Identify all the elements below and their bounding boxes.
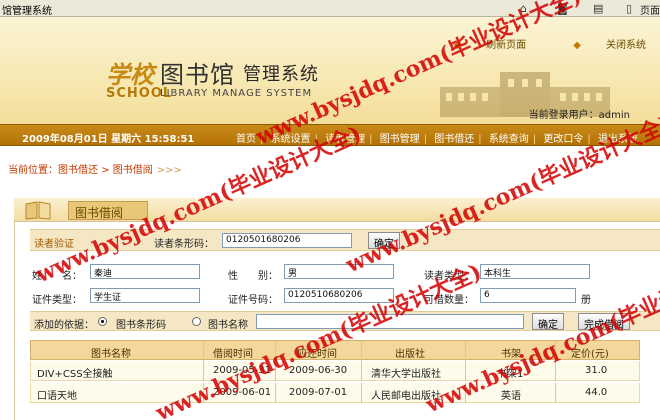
borrow-count-field[interactable]: 6: [480, 288, 576, 303]
cert-type-label: 证件类型：: [32, 295, 82, 306]
nav-item-logout[interactable]: 退出系统: [594, 134, 642, 145]
cell-borrow-date: 2009-05-31: [213, 365, 272, 376]
cell-price: 44.0: [585, 387, 608, 398]
col-header-publisher: 出版社: [395, 349, 425, 360]
table-header-row: 图书名称 借阅时间 应还时间 出版社 书架 定价(元): [30, 340, 640, 361]
nav-item-home[interactable]: 首页: [232, 134, 260, 145]
cell-shelf: 英语: [501, 391, 521, 402]
reader-verify-row: 读者验证 读者条形码： 0120501680206 确定: [30, 229, 660, 251]
verify-confirm-button[interactable]: 确定: [368, 232, 400, 250]
add-book-row: 添加的依据： 图书条形码 图书名称 确定 完成借阅: [30, 311, 660, 331]
col-header-title: 图书名称: [91, 349, 131, 360]
current-user: 当前登录用户：admin: [528, 110, 630, 121]
borrow-count-label: 可借数量：: [424, 295, 474, 306]
borrow-unit: 册: [581, 295, 591, 306]
radio-name-label: 图书名称: [208, 320, 248, 331]
close-system-link[interactable]: ◆ 关闭系统: [551, 40, 646, 51]
current-datetime: 2009年08月01日 星期六 15:58:51: [22, 134, 195, 145]
reader-barcode-input[interactable]: 0120501680206: [222, 233, 352, 248]
cell-publisher: 清华大学出版社: [371, 369, 441, 380]
reader-verify-label: 读者验证: [34, 239, 74, 250]
bullet-icon: ◆: [573, 40, 581, 51]
nav-item-change-password[interactable]: 更改口令: [539, 134, 587, 145]
cell-title: DIV+CSS全接触: [37, 369, 113, 380]
cell-title: 口语天地: [37, 391, 77, 402]
cert-type-field[interactable]: 学生证: [90, 288, 200, 303]
book-search-input[interactable]: [256, 314, 524, 329]
home-icon[interactable]: ⌂: [520, 2, 527, 15]
nav-item-borrow-return[interactable]: 图书借还: [430, 134, 478, 145]
name-field[interactable]: 秦迪: [90, 264, 200, 279]
reader-barcode-label: 读者条形码：: [154, 239, 214, 250]
panel-header: 图书借阅: [14, 198, 660, 222]
col-header-due-date: 应还时间: [297, 349, 337, 360]
cell-publisher: 人民邮电出版社: [371, 391, 441, 402]
browser-titlebar: 馆管理系统 ⌂ ◙ ▤ ▯ 页面: [0, 0, 660, 17]
book-icon: [25, 201, 51, 220]
reader-type-label: 读者类型：: [424, 271, 474, 282]
bullet-icon: ◆: [453, 40, 462, 51]
radio-by-barcode[interactable]: [98, 317, 107, 326]
refresh-page-link[interactable]: ◆ 刷新页面: [431, 40, 526, 51]
reader-type-field[interactable]: 本科生: [480, 264, 590, 279]
nav-item-readers[interactable]: 读者管理: [321, 134, 369, 145]
add-basis-label: 添加的依据：: [34, 320, 94, 331]
logo-library-en: LIBRARY MANAGE SYSTEM: [160, 88, 313, 99]
page-menu-label[interactable]: 页面: [640, 2, 660, 17]
main-nav: 2009年08月01日 星期六 15:58:51 首页 | 系统设置 | 读者管理 |…: [0, 124, 660, 146]
logo-library-cn: 图书馆: [160, 61, 235, 89]
logo-management: 管理系统: [243, 64, 319, 85]
logo-school: 学校: [106, 60, 154, 89]
print-icon[interactable]: ▤: [593, 2, 603, 15]
page-icon[interactable]: ▯: [626, 2, 632, 15]
cell-borrow-date: 2009-06-01: [213, 387, 272, 398]
header-links: ◆ 刷新页面 ◆ 关闭系统: [409, 36, 646, 51]
col-header-shelf: 书架: [501, 349, 521, 360]
window-title: 馆管理系统: [2, 6, 52, 17]
col-header-borrow-date: 借阅时间: [213, 349, 253, 360]
col-header-price: 定价(元): [571, 349, 609, 360]
cell-due-date: 2009-06-30: [289, 365, 348, 376]
panel-title: 图书借阅: [68, 201, 148, 220]
nav-menu: 首页 | 系统设置 | 读者管理 | 图书管理 | 图书借还 | 系统查询 | 更改口令 | …: [232, 130, 642, 145]
cell-shelf: 书架1: [497, 369, 524, 380]
cert-number-field[interactable]: 0120510680206: [284, 288, 394, 303]
breadcrumb: 当前位置：图书借还 > 图书借阅 >>>: [8, 165, 182, 176]
rss-icon[interactable]: ◙: [557, 2, 568, 15]
nav-item-query[interactable]: 系统查询: [485, 134, 533, 145]
add-confirm-button[interactable]: 确定: [532, 313, 564, 331]
cell-due-date: 2009-07-01: [289, 387, 348, 398]
nav-item-settings[interactable]: 系统设置: [267, 134, 315, 145]
cert-number-label: 证件号码：: [228, 295, 278, 306]
gender-label: 性 别：: [228, 271, 278, 282]
nav-item-books[interactable]: 图书管理: [376, 134, 424, 145]
header-banner: ◆ 刷新页面 ◆ 关闭系统 学校 图书馆 管理系统 SCHOOL LIBRARY M…: [0, 17, 660, 124]
finish-borrow-button[interactable]: 完成借阅: [578, 313, 630, 331]
table-row[interactable]: 口语天地 2009-06-01 2009-07-01 人民邮电出版社 英语 44…: [30, 383, 640, 403]
table-row[interactable]: DIV+CSS全接触 2009-05-31 2009-06-30 清华大学出版社…: [30, 361, 640, 381]
cell-price: 31.0: [585, 365, 608, 376]
radio-by-name[interactable]: [192, 317, 201, 326]
gender-field[interactable]: 男: [284, 264, 394, 279]
radio-barcode-label: 图书条形码: [116, 320, 166, 331]
name-label: 姓 名：: [32, 271, 82, 282]
